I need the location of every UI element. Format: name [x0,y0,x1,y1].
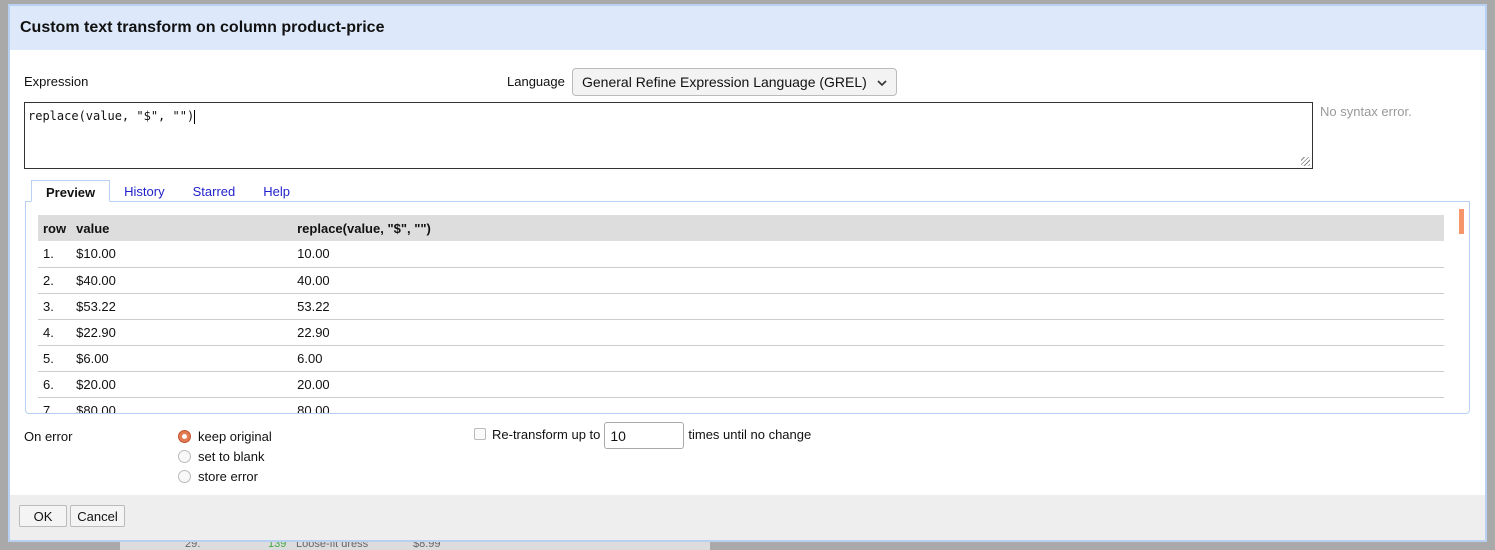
radio-set-to-blank[interactable] [178,450,191,463]
scrollbar[interactable] [1459,209,1464,234]
table-row: 7. $80.00 80.00 [38,397,1444,413]
table-row: 1. $10.00 10.00 [38,241,1444,268]
col-result: replace(value, "$", "") [292,215,1444,241]
row-result: 20.00 [292,371,1444,398]
cancel-button[interactable]: Cancel [70,505,125,527]
row-number: 7. [38,397,72,413]
row-result: 40.00 [292,267,1444,294]
ok-button[interactable]: OK [19,505,67,527]
row-value: $22.90 [71,319,293,346]
custom-transform-dialog: Custom text transform on column product-… [8,4,1487,542]
radio-keep-original[interactable] [178,430,191,443]
option-set-to-blank[interactable]: set to blank [178,447,272,467]
table-row: 4. $22.90 22.90 [38,319,1444,346]
label-store-error: store error [198,469,258,484]
tab-bar: Preview History Starred Help [31,180,304,202]
expression-label: Expression [24,74,89,89]
row-number: 3. [38,293,72,320]
table-row: 5. $6.00 6.00 [38,345,1444,372]
on-error-label: On error [24,429,73,444]
expression-text: replace(value, "$", "") [28,109,195,123]
tab-starred[interactable]: Starred [179,180,250,202]
col-value: value [71,215,293,241]
col-row: row [38,215,72,241]
retransform-row: Re-transform up to 10 times until no chang… [474,422,811,449]
row-value: $6.00 [71,345,293,372]
row-result: 6.00 [292,345,1444,372]
on-error-options: keep original set to blank store error [178,427,272,487]
retransform-label: Re-transform up to [492,426,601,442]
row-number: 4. [38,319,72,346]
expression-input[interactable]: replace(value, "$", "") [24,102,1313,169]
option-keep-original[interactable]: keep original [178,427,272,447]
row-number: 2. [38,267,72,294]
table-row: 2. $40.00 40.00 [38,267,1444,294]
row-result: 53.22 [292,293,1444,320]
language-select[interactable]: General Refine Expression Language (GREL… [572,68,897,96]
label-set-to-blank: set to blank [198,449,265,464]
retransform-count-input[interactable]: 10 [604,422,685,449]
retransform-checkbox[interactable] [474,427,486,440]
row-value: $20.00 [71,371,293,398]
dialog-title: Custom text transform on column product-… [10,6,1485,50]
preview-panel: row value replace(value, "$", "") 1. $10.… [25,201,1470,414]
row-number: 1. [38,241,72,268]
resize-grip-icon[interactable] [1301,157,1310,166]
tab-preview[interactable]: Preview [31,180,111,202]
row-value: $10.00 [71,241,293,268]
row-result: 10.00 [292,241,1444,268]
dialog-footer: OK Cancel [10,495,1485,540]
tab-history[interactable]: History [110,180,178,202]
table-row: 3. $53.22 53.22 [38,293,1444,320]
tab-help[interactable]: Help [249,180,304,202]
table-row: 6. $20.00 20.00 [38,371,1444,398]
language-selected: General Refine Expression Language (GREL… [582,74,867,90]
row-value: $40.00 [71,267,293,294]
row-number: 5. [38,345,72,372]
chevron-down-icon [877,74,887,90]
option-store-error[interactable]: store error [178,467,272,487]
radio-store-error[interactable] [178,470,191,483]
retransform-suffix: times until no change [688,426,812,442]
language-label: Language [507,74,565,89]
row-value: $80.00 [71,397,293,413]
preview-table: row value replace(value, "$", "") 1. $10.… [38,215,1444,413]
row-number: 6. [38,371,72,398]
row-result: 80.00 [292,397,1444,413]
syntax-status: No syntax error. [1320,104,1412,119]
label-keep-original: keep original [198,429,272,444]
row-result: 22.90 [292,319,1444,346]
row-value: $53.22 [71,293,293,320]
